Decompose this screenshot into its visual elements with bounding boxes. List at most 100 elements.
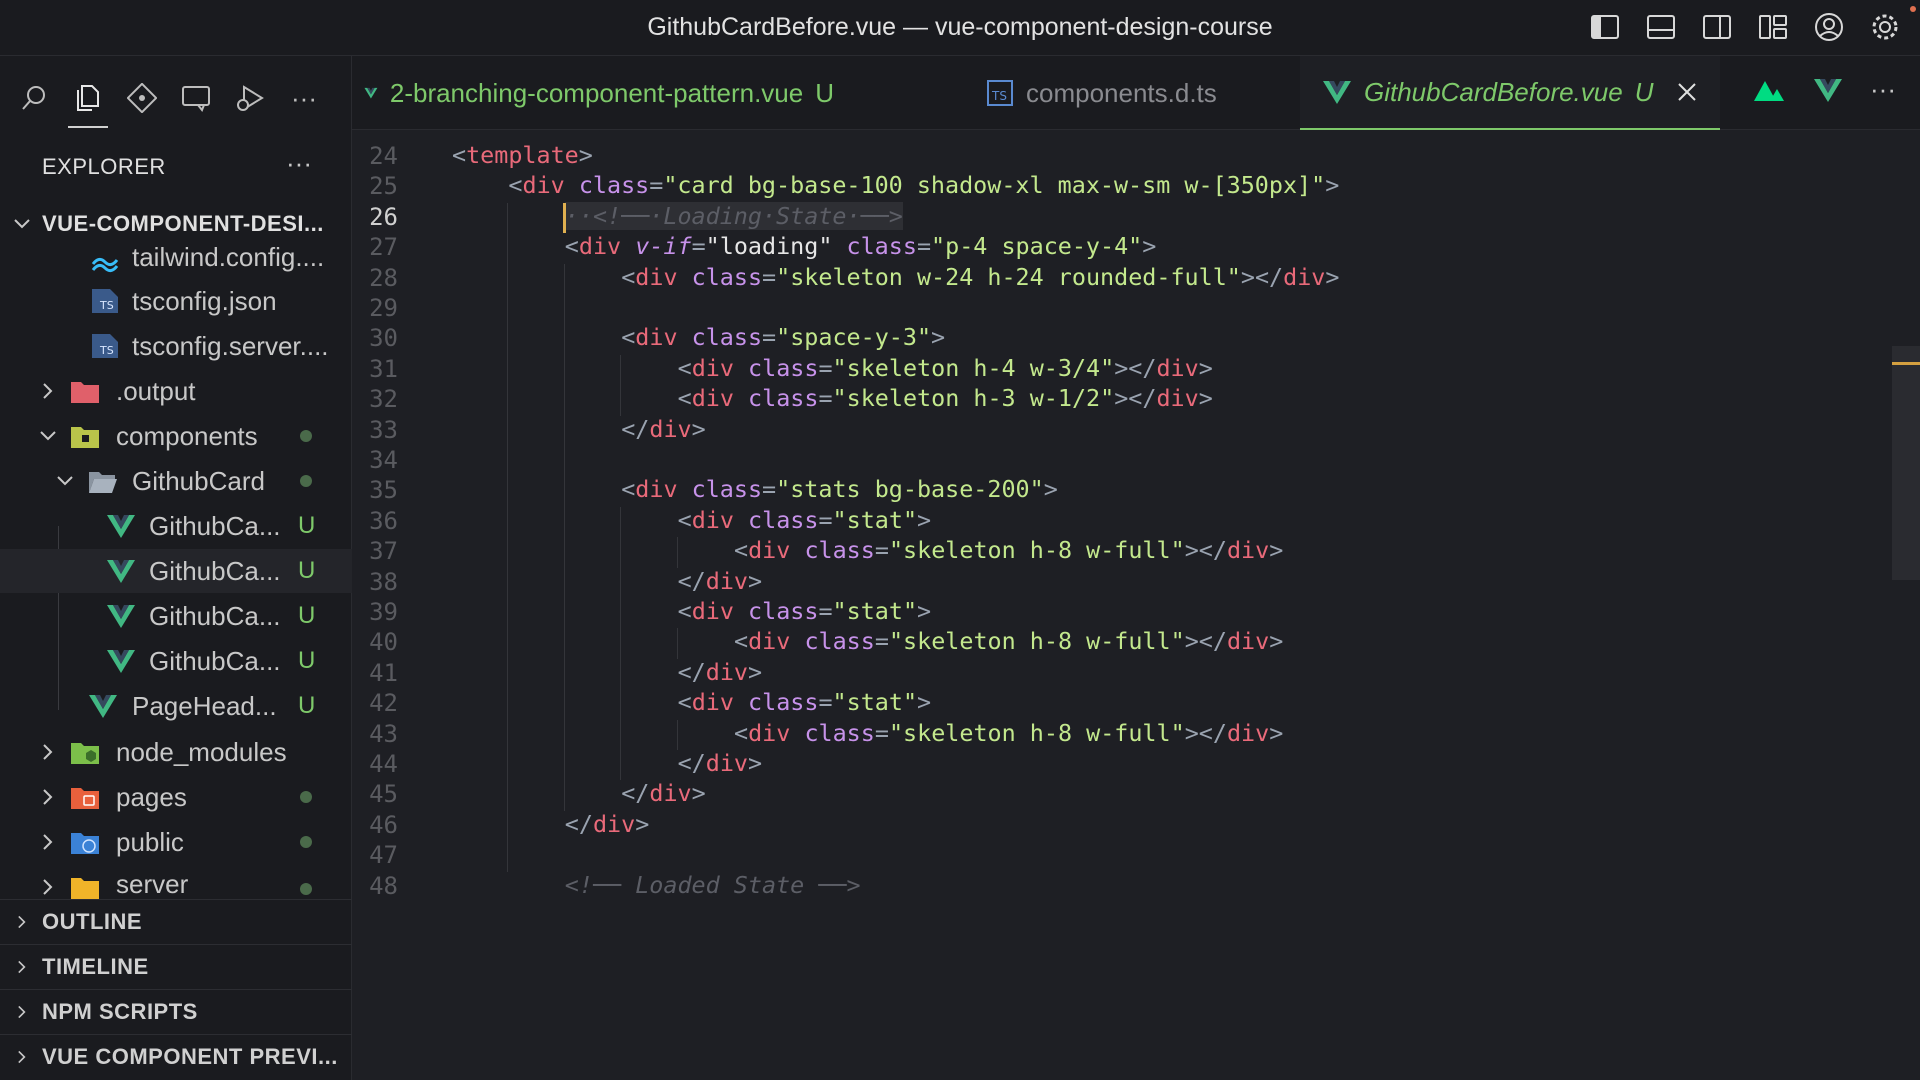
- close-icon[interactable]: [1676, 81, 1698, 103]
- svg-text:TS: TS: [99, 344, 114, 357]
- panel-label: TIMELINE: [42, 954, 149, 979]
- line-number: 33: [369, 415, 398, 444]
- chevron-right-icon: [43, 383, 53, 399]
- panel-timeline[interactable]: TIMELINE: [0, 944, 352, 989]
- more-actions-icon[interactable]: ···: [1870, 74, 1896, 105]
- vue-file-icon: [107, 515, 135, 538]
- title-bar: GithubCardBefore.vue — vue-component-des…: [0, 0, 1920, 56]
- line-number: 32: [369, 385, 398, 414]
- tree-item-label: components: [116, 420, 258, 451]
- tab-components-d-ts[interactable]: TS components.d.ts: [986, 56, 1286, 130]
- tree-item[interactable]: TS tsconfig.server....: [0, 324, 352, 368]
- tree-item-label: node_modules: [116, 736, 287, 767]
- customize-layout-icon[interactable]: [1756, 10, 1790, 44]
- account-icon[interactable]: [1812, 10, 1846, 44]
- tree-folder[interactable]: public: [0, 820, 352, 864]
- code-line[interactable]: <div class="skeleton h-8 w-full"></div>: [734, 719, 1283, 747]
- toggle-secondary-sidebar-icon[interactable]: [1700, 10, 1734, 44]
- run-debug-icon[interactable]: [230, 68, 270, 128]
- folder-open-icon: [89, 472, 117, 493]
- tree-root-label: VUE-COMPONENT-DESI...: [42, 211, 324, 236]
- code-line[interactable]: </div>: [565, 810, 650, 838]
- tree-root-folder[interactable]: VUE-COMPONENT-DESI...: [0, 202, 352, 246]
- tree-folder[interactable]: .output: [0, 369, 352, 413]
- explorer-more-button[interactable]: ···: [286, 148, 312, 179]
- tab-branching-component-pattern[interactable]: 2-branching-component-pattern.vue U: [364, 56, 834, 130]
- tree-item[interactable]: tailwind.config....: [0, 246, 352, 282]
- tree-item[interactable]: GithubCa... U: [0, 639, 352, 683]
- code-line[interactable]: <div class="skeleton h-8 w-full"></div>: [734, 627, 1283, 655]
- code-line[interactable]: </div>: [621, 779, 706, 807]
- code-line[interactable]: <div class="skeleton h-3 w-1/2"></div>: [678, 384, 1213, 412]
- code-line[interactable]: <div class="stat">: [678, 597, 932, 625]
- code-line[interactable]: <div class="skeleton w-24 h-24 rounded-f…: [621, 263, 1339, 291]
- code-editor[interactable]: 24 <template> 25 <div class="card bg-base-1…: [352, 130, 1920, 1080]
- settings-gear-icon[interactable]: [1868, 10, 1902, 44]
- code-line[interactable]: <div class="card bg-base-100 shadow-xl m…: [508, 171, 1339, 199]
- chevron-down-icon: [57, 476, 73, 486]
- line-number: 48: [369, 871, 398, 900]
- line-number: 35: [369, 476, 398, 505]
- panel-outline[interactable]: OUTLINE: [0, 899, 352, 944]
- code-line[interactable]: </div>: [678, 658, 763, 686]
- vue-file-icon: [107, 605, 135, 628]
- panel-vue-component-preview[interactable]: VUE COMPONENT PREVI...: [0, 1034, 352, 1079]
- line-number: 29: [369, 294, 398, 322]
- code-line[interactable]: <template>: [452, 141, 593, 169]
- tree-item[interactable]: PageHead... U: [0, 684, 352, 728]
- tree-item-label: GithubCa...: [149, 555, 281, 586]
- code-line[interactable]: <div class="skeleton h-4 w-3/4"></div>: [678, 354, 1213, 382]
- line-number: 47: [369, 841, 398, 870]
- panel-npm-scripts[interactable]: NPM SCRIPTS: [0, 989, 352, 1034]
- code-line[interactable]: ··<!──·Loading·State·──>: [564, 201, 903, 230]
- scrollbar-slider[interactable]: [1892, 346, 1920, 580]
- svg-text:TS: TS: [99, 299, 114, 312]
- line-number: 36: [369, 506, 398, 535]
- line-number: 24: [369, 142, 398, 170]
- code-line[interactable]: </div>: [621, 415, 706, 443]
- tree-item-label: public: [116, 826, 184, 857]
- code-line[interactable]: <div class="skeleton h-8 w-full"></div>: [734, 536, 1283, 564]
- toggle-primary-sidebar-icon[interactable]: [1588, 10, 1622, 44]
- vue-devtools-icon[interactable]: [1812, 76, 1844, 104]
- tree-folder[interactable]: components: [0, 414, 352, 458]
- text-cursor: [562, 202, 566, 233]
- tree-item[interactable]: GithubCa... U: [0, 549, 352, 593]
- tree-folder[interactable]: pages: [0, 775, 352, 819]
- source-control-icon[interactable]: [122, 68, 162, 128]
- tree-item[interactable]: GithubCa... U: [0, 504, 352, 548]
- untracked-marker: U: [298, 647, 316, 674]
- tree-folder[interactable]: GithubCard: [0, 459, 352, 503]
- code-line[interactable]: </div>: [678, 749, 763, 777]
- explorer-icon[interactable]: [68, 68, 108, 128]
- folder-pages-icon: [71, 788, 99, 809]
- nuxt-icon[interactable]: [1752, 77, 1786, 103]
- tree-folder[interactable]: node_modules: [0, 730, 352, 774]
- ts-file-icon: TS: [987, 80, 1013, 106]
- vue-file-icon: [364, 87, 378, 99]
- tree-item[interactable]: GithubCa... U: [0, 594, 352, 638]
- tab-github-card-before[interactable]: GithubCardBefore.vue U: [1300, 56, 1720, 130]
- code-line[interactable]: <div class="stats bg-base-200">: [621, 475, 1058, 503]
- search-icon[interactable]: [14, 68, 54, 128]
- tree-item[interactable]: TS tsconfig.json: [0, 279, 352, 323]
- code-line[interactable]: <div v-if="loading" class="p-4 space-y-4…: [565, 232, 1157, 260]
- modified-dot: [300, 430, 312, 442]
- indent-guide: [620, 506, 622, 781]
- line-number: 31: [369, 354, 398, 383]
- tree-item-label: GithubCa...: [149, 645, 281, 676]
- code-line[interactable]: </div>: [678, 567, 763, 595]
- modified-dot: [300, 883, 312, 895]
- tree-folder[interactable]: server: [0, 865, 352, 899]
- tree-item-label: .output: [116, 375, 196, 406]
- modified-dot: [300, 836, 312, 848]
- code-line[interactable]: <div class="space-y-3">: [621, 323, 945, 351]
- toggle-panel-icon[interactable]: [1644, 10, 1678, 44]
- tree-item-label: GithubCa...: [149, 510, 281, 541]
- remote-explorer-icon[interactable]: [176, 68, 216, 128]
- more-views-button[interactable]: ···: [284, 68, 324, 128]
- code-line[interactable]: <!── Loaded State ──>: [565, 871, 861, 899]
- code-line[interactable]: <div class="stat">: [678, 506, 932, 534]
- code-line[interactable]: <div class="stat">: [678, 688, 932, 716]
- line-number: 34: [369, 446, 398, 474]
